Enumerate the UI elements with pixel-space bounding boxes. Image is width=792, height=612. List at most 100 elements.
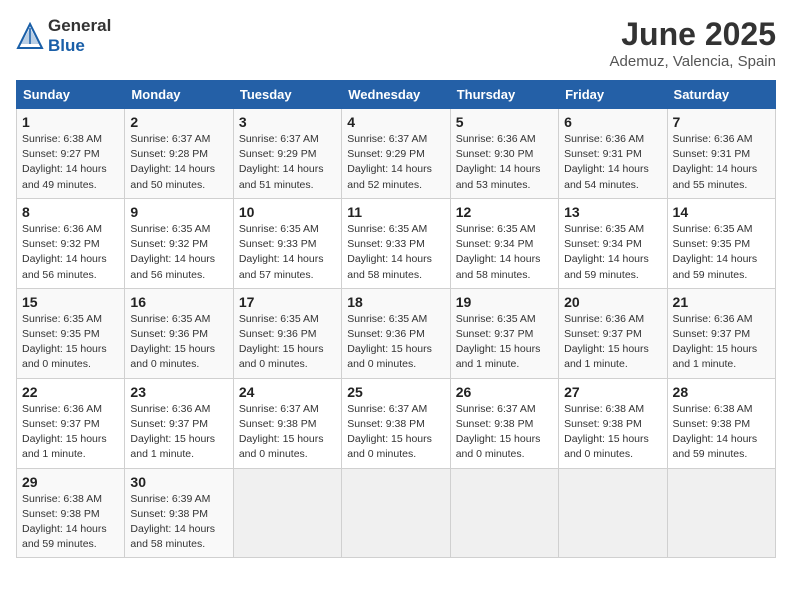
page-subtitle: Ademuz, Valencia, Spain <box>610 53 777 70</box>
day-number: 26 <box>456 384 553 400</box>
table-row: 3 Sunrise: 6:37 AMSunset: 9:29 PMDaylight… <box>233 109 341 199</box>
day-number: 29 <box>22 474 119 490</box>
table-row: 27 Sunrise: 6:38 AMSunset: 9:38 PMDayligh… <box>559 378 667 468</box>
day-number: 19 <box>456 294 553 310</box>
day-detail: Sunrise: 6:36 AMSunset: 9:32 PMDaylight:… <box>22 222 119 283</box>
day-number: 21 <box>673 294 770 310</box>
day-number: 5 <box>456 114 553 130</box>
col-friday: Friday <box>559 81 667 109</box>
col-saturday: Saturday <box>667 81 775 109</box>
day-detail: Sunrise: 6:36 AMSunset: 9:37 PMDaylight:… <box>22 402 119 463</box>
calendar-week-row: 1 Sunrise: 6:38 AMSunset: 9:27 PMDaylight… <box>17 109 776 199</box>
table-row: 30Sunrise: 6:39 AMSunset: 9:38 PMDayligh… <box>125 468 233 558</box>
day-number: 20 <box>564 294 661 310</box>
table-row: 20 Sunrise: 6:36 AMSunset: 9:37 PMDayligh… <box>559 288 667 378</box>
table-row: 28Sunrise: 6:38 AMSunset: 9:38 PMDayligh… <box>667 378 775 468</box>
day-detail: Sunrise: 6:36 AMSunset: 9:37 PMDaylight:… <box>130 402 227 463</box>
table-row: 7 Sunrise: 6:36 AMSunset: 9:31 PMDaylight… <box>667 109 775 199</box>
day-detail: Sunrise: 6:35 AMSunset: 9:35 PMDaylight:… <box>673 222 770 283</box>
table-row: 12 Sunrise: 6:35 AMSunset: 9:34 PMDayligh… <box>450 198 558 288</box>
col-monday: Monday <box>125 81 233 109</box>
day-number: 28 <box>673 384 770 400</box>
day-number: 10 <box>239 204 336 220</box>
day-number: 6 <box>564 114 661 130</box>
day-detail: Sunrise: 6:35 AMSunset: 9:36 PMDaylight:… <box>239 312 336 373</box>
table-row: 25 Sunrise: 6:37 AMSunset: 9:38 PMDayligh… <box>342 378 450 468</box>
table-row: 19 Sunrise: 6:35 AMSunset: 9:37 PMDayligh… <box>450 288 558 378</box>
calendar-week-row: 29Sunrise: 6:38 AMSunset: 9:38 PMDayligh… <box>17 468 776 558</box>
logo: General Blue <box>16 16 111 55</box>
day-detail: Sunrise: 6:37 AMSunset: 9:38 PMDaylight:… <box>347 402 444 463</box>
table-row: 13 Sunrise: 6:35 AMSunset: 9:34 PMDayligh… <box>559 198 667 288</box>
table-row: 22 Sunrise: 6:36 AMSunset: 9:37 PMDayligh… <box>17 378 125 468</box>
day-number: 7 <box>673 114 770 130</box>
day-detail: Sunrise: 6:35 AMSunset: 9:34 PMDaylight:… <box>456 222 553 283</box>
calendar-week-row: 8 Sunrise: 6:36 AMSunset: 9:32 PMDaylight… <box>17 198 776 288</box>
day-detail: Sunrise: 6:35 AMSunset: 9:36 PMDaylight:… <box>347 312 444 373</box>
day-number: 2 <box>130 114 227 130</box>
day-number: 22 <box>22 384 119 400</box>
day-number: 12 <box>456 204 553 220</box>
day-number: 8 <box>22 204 119 220</box>
logo-icon <box>16 22 44 50</box>
day-detail: Sunrise: 6:35 AMSunset: 9:37 PMDaylight:… <box>456 312 553 373</box>
table-row: 1 Sunrise: 6:38 AMSunset: 9:27 PMDaylight… <box>17 109 125 199</box>
logo-text: General Blue <box>48 16 111 55</box>
day-detail: Sunrise: 6:36 AMSunset: 9:30 PMDaylight:… <box>456 132 553 193</box>
day-number: 18 <box>347 294 444 310</box>
table-row <box>233 468 341 558</box>
table-row: 24 Sunrise: 6:37 AMSunset: 9:38 PMDayligh… <box>233 378 341 468</box>
day-detail: Sunrise: 6:38 AMSunset: 9:38 PMDaylight:… <box>564 402 661 463</box>
day-number: 27 <box>564 384 661 400</box>
table-row: 11 Sunrise: 6:35 AMSunset: 9:33 PMDayligh… <box>342 198 450 288</box>
day-detail: Sunrise: 6:36 AMSunset: 9:31 PMDaylight:… <box>564 132 661 193</box>
calendar-week-row: 15Sunrise: 6:35 AMSunset: 9:35 PMDayligh… <box>17 288 776 378</box>
day-detail: Sunrise: 6:37 AMSunset: 9:38 PMDaylight:… <box>239 402 336 463</box>
day-detail: Sunrise: 6:38 AMSunset: 9:27 PMDaylight:… <box>22 132 119 193</box>
day-number: 30 <box>130 474 227 490</box>
table-row: 9 Sunrise: 6:35 AMSunset: 9:32 PMDaylight… <box>125 198 233 288</box>
table-row: 16 Sunrise: 6:35 AMSunset: 9:36 PMDayligh… <box>125 288 233 378</box>
col-sunday: Sunday <box>17 81 125 109</box>
table-row: 8 Sunrise: 6:36 AMSunset: 9:32 PMDaylight… <box>17 198 125 288</box>
table-row: 29Sunrise: 6:38 AMSunset: 9:38 PMDayligh… <box>17 468 125 558</box>
day-number: 3 <box>239 114 336 130</box>
title-area: June 2025 Ademuz, Valencia, Spain <box>610 16 777 70</box>
logo-general-text: General <box>48 16 111 36</box>
col-wednesday: Wednesday <box>342 81 450 109</box>
day-detail: Sunrise: 6:35 AMSunset: 9:33 PMDaylight:… <box>347 222 444 283</box>
table-row: 10 Sunrise: 6:35 AMSunset: 9:33 PMDayligh… <box>233 198 341 288</box>
table-row <box>450 468 558 558</box>
day-number: 15 <box>22 294 119 310</box>
day-number: 9 <box>130 204 227 220</box>
table-row: 2Sunrise: 6:37 AMSunset: 9:28 PMDaylight… <box>125 109 233 199</box>
day-number: 11 <box>347 204 444 220</box>
day-number: 23 <box>130 384 227 400</box>
day-number: 1 <box>22 114 119 130</box>
col-thursday: Thursday <box>450 81 558 109</box>
day-number: 16 <box>130 294 227 310</box>
day-detail: Sunrise: 6:35 AMSunset: 9:32 PMDaylight:… <box>130 222 227 283</box>
logo-blue-text: Blue <box>48 36 111 56</box>
day-detail: Sunrise: 6:35 AMSunset: 9:36 PMDaylight:… <box>130 312 227 373</box>
day-detail: Sunrise: 6:37 AMSunset: 9:29 PMDaylight:… <box>239 132 336 193</box>
day-detail: Sunrise: 6:35 AMSunset: 9:33 PMDaylight:… <box>239 222 336 283</box>
page-title: June 2025 <box>610 16 777 53</box>
day-detail: Sunrise: 6:35 AMSunset: 9:34 PMDaylight:… <box>564 222 661 283</box>
day-detail: Sunrise: 6:36 AMSunset: 9:37 PMDaylight:… <box>673 312 770 373</box>
page-header: General Blue June 2025 Ademuz, Valencia,… <box>16 16 776 70</box>
day-detail: Sunrise: 6:36 AMSunset: 9:37 PMDaylight:… <box>564 312 661 373</box>
table-row: 15Sunrise: 6:35 AMSunset: 9:35 PMDayligh… <box>17 288 125 378</box>
day-number: 13 <box>564 204 661 220</box>
calendar-table: Sunday Monday Tuesday Wednesday Thursday… <box>16 80 776 558</box>
day-number: 24 <box>239 384 336 400</box>
day-number: 25 <box>347 384 444 400</box>
table-row: 4Sunrise: 6:37 AMSunset: 9:29 PMDaylight… <box>342 109 450 199</box>
table-row <box>342 468 450 558</box>
table-row <box>559 468 667 558</box>
day-detail: Sunrise: 6:37 AMSunset: 9:38 PMDaylight:… <box>456 402 553 463</box>
table-row: 6 Sunrise: 6:36 AMSunset: 9:31 PMDaylight… <box>559 109 667 199</box>
calendar-header-row: Sunday Monday Tuesday Wednesday Thursday… <box>17 81 776 109</box>
day-detail: Sunrise: 6:36 AMSunset: 9:31 PMDaylight:… <box>673 132 770 193</box>
day-detail: Sunrise: 6:37 AMSunset: 9:29 PMDaylight:… <box>347 132 444 193</box>
